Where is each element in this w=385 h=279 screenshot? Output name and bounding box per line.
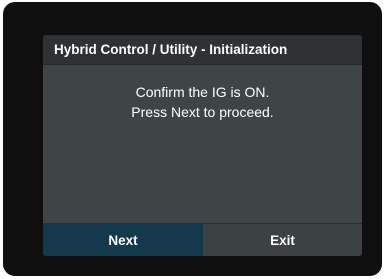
exit-button[interactable]: Exit bbox=[203, 224, 362, 256]
message-line-1: Confirm the IG is ON. bbox=[135, 84, 270, 100]
dialog-titlebar: Hybrid Control / Utility - Initializatio… bbox=[43, 35, 362, 65]
dialog-screen: Hybrid Control / Utility - Initializatio… bbox=[43, 35, 362, 256]
message-line-2: Press Next to proceed. bbox=[131, 104, 274, 120]
next-button[interactable]: Next bbox=[43, 224, 203, 256]
exit-button-label: Exit bbox=[270, 232, 295, 248]
dialog-title: Hybrid Control / Utility - Initializatio… bbox=[54, 42, 288, 57]
next-button-label: Next bbox=[108, 232, 138, 248]
dialog-message: Confirm the IG is ON. Press Next to proc… bbox=[43, 82, 362, 122]
